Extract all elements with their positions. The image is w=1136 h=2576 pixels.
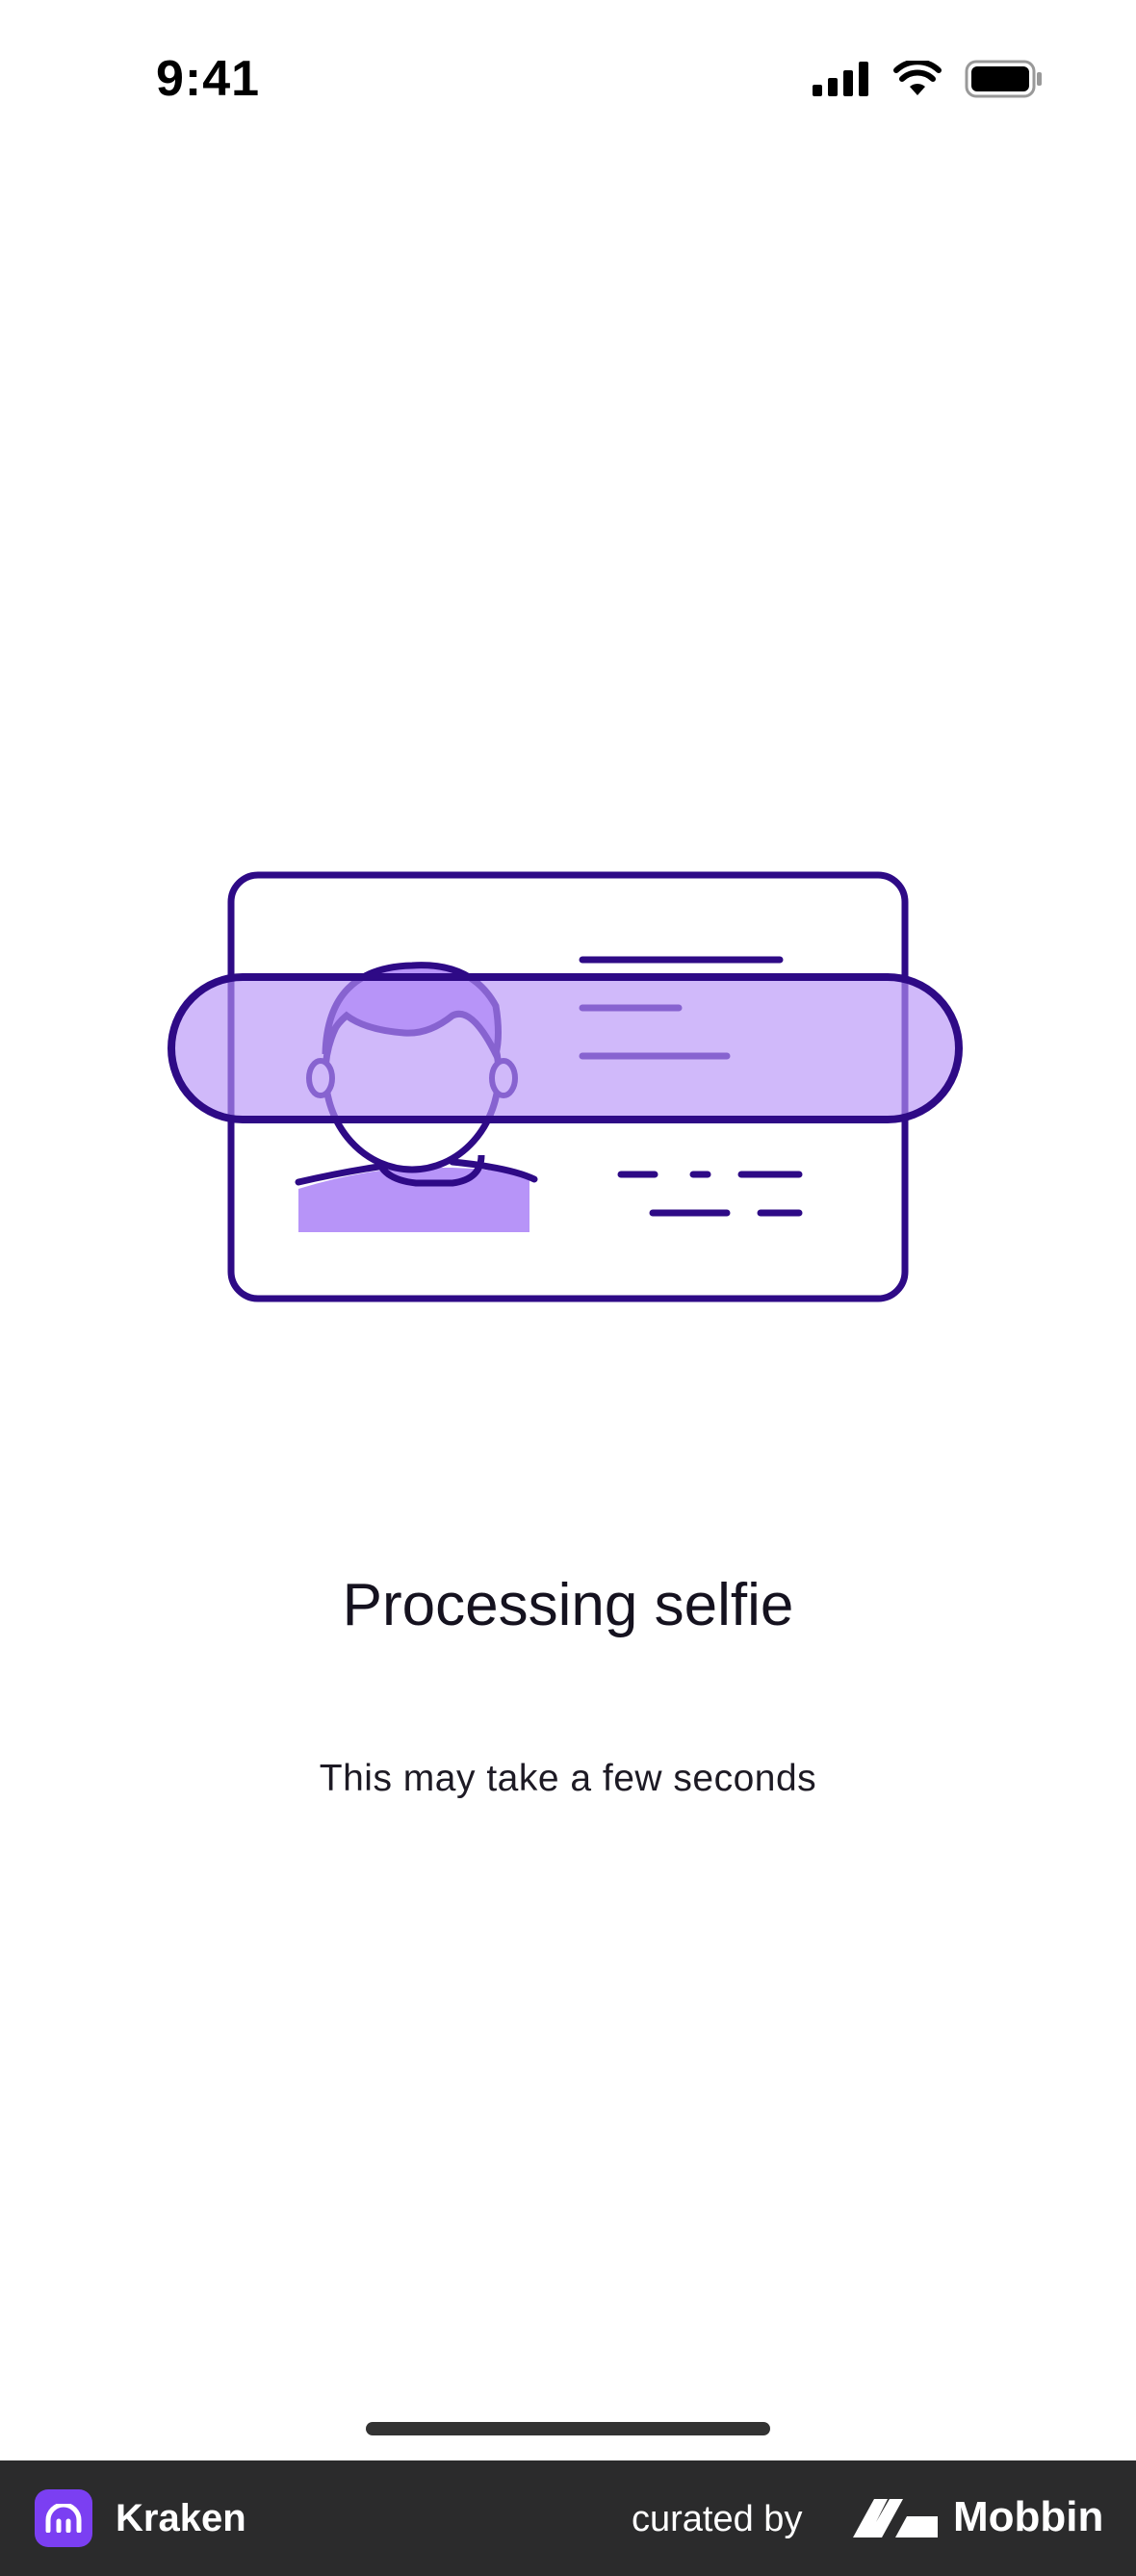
home-indicator[interactable] (366, 2422, 770, 2435)
status-icons (813, 60, 1044, 98)
page-subtitle: This may take a few seconds (319, 1758, 817, 1799)
footer-curated-label: curated by (632, 2499, 803, 2539)
mobbin-logo-icon (853, 2499, 938, 2537)
id-card-scan-icon (168, 871, 963, 1302)
scan-band (168, 973, 963, 1123)
page-title: Processing selfie (342, 1572, 794, 1638)
cellular-signal-icon (813, 62, 868, 96)
kraken-logo-icon (35, 2489, 92, 2547)
battery-icon (965, 60, 1042, 98)
status-time: 9:41 (156, 51, 261, 107)
footer-app-name: Kraken (116, 2497, 246, 2539)
footer-bar: Kraken curated by Mobbin (0, 2460, 1136, 2576)
status-bar: 9:41 (0, 0, 1136, 173)
wifi-icon (893, 61, 942, 95)
footer-brand-name: Mobbin (953, 2493, 1104, 2540)
